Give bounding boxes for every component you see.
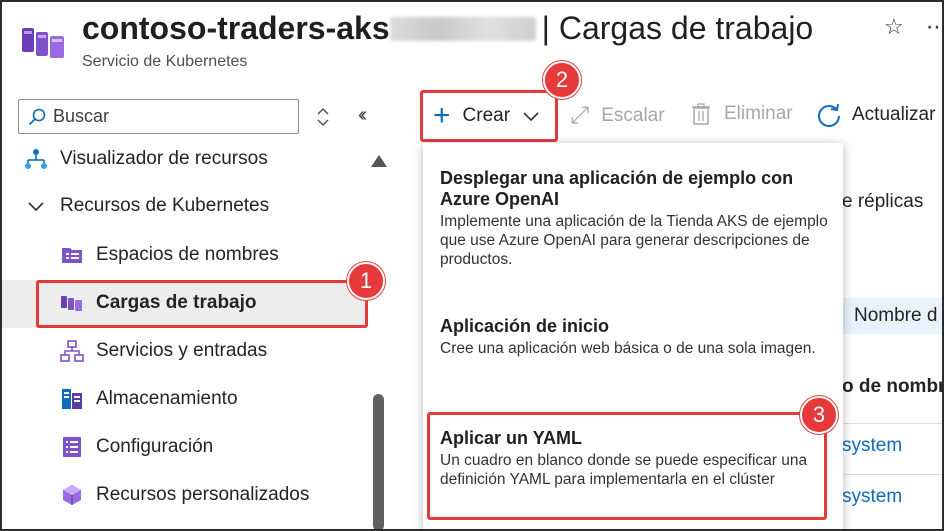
menu-item-description: Implemente una aplicación de la Tienda A… [440, 213, 828, 268]
kubernetes-workloads-logo-icon [22, 28, 64, 58]
resource-visualizer-icon [25, 149, 47, 169]
scroll-up-arrow-icon[interactable] [371, 155, 387, 167]
annotation-highlight-box [427, 412, 827, 520]
trash-icon [692, 103, 710, 125]
sidebar-search-box[interactable] [18, 99, 299, 134]
blade-name: Cargas de trabajo [558, 10, 814, 46]
row-divider [842, 474, 944, 475]
expand-collapse-all-icon[interactable] [314, 106, 332, 128]
sidebar-item-label: Almacenamiento [96, 388, 238, 409]
page-header: contoso-traders-aks | Cargas de trabajo S… [0, 0, 944, 88]
sidebar-group-kubernetes-resources[interactable]: Recursos de Kubernetes [24, 194, 269, 218]
refresh-button[interactable]: Actualizar [816, 102, 935, 128]
collapse-sidebar-icon[interactable]: ‹‹ [358, 104, 368, 127]
favorite-star-icon[interactable]: ☆ [884, 14, 904, 40]
resource-name: contoso-traders-aks [82, 10, 390, 46]
resource-type: Servicio de Kubernetes [82, 53, 248, 70]
sidebar-scrollbar-thumb[interactable] [373, 394, 384, 531]
chevron-down-icon [523, 112, 539, 122]
sidebar-item-label: Recursos personalizados [96, 484, 310, 505]
step-callout-2: 2 [543, 61, 581, 99]
sidebar-item-label: Configuración [96, 436, 214, 457]
create-button-label: Crear [462, 105, 511, 126]
page-title: contoso-traders-aks | Cargas de trabajo [82, 6, 813, 50]
sidebar-item-configuration[interactable]: Configuración [60, 435, 213, 459]
menu-item-description: Cree una aplicación web básica o de una … [440, 340, 816, 357]
resize-arrow-icon: ⤢ [570, 102, 590, 129]
step-callout-3: 3 [800, 396, 838, 434]
sidebar-item-services[interactable]: Servicios y entradas [60, 339, 267, 363]
delete-button[interactable]: Eliminar [690, 102, 793, 126]
search-icon [28, 108, 46, 125]
row-divider [842, 423, 944, 424]
sidebar-item-label: Recursos de Kubernetes [60, 195, 270, 216]
custom-resources-icon [63, 485, 81, 505]
annotation-highlight-box [36, 280, 368, 328]
name-column-label: Nombre d [854, 305, 938, 326]
namespaces-icon [62, 248, 82, 263]
refresh-button-label: Actualizar [852, 104, 936, 125]
sidebar-item-label: Visualizador de recursos [60, 148, 268, 169]
sidebar-item-label: Servicios y entradas [96, 340, 268, 361]
replicas-text: e réplicas [842, 191, 924, 212]
step-callout-1: 1 [347, 262, 385, 300]
plus-icon: + [433, 99, 451, 132]
table-row-namespace-link[interactable]: system [842, 435, 902, 457]
storage-icon [62, 389, 82, 409]
delete-button-label: Eliminar [724, 103, 793, 124]
menu-item-title: Desplegar una aplicación de ejemplo con … [440, 168, 794, 209]
title-separator: | [541, 10, 550, 46]
menu-item-title: Aplicación de inicio [440, 316, 610, 336]
configuration-icon [63, 437, 81, 457]
sidebar-item-custom-resources[interactable]: Recursos personalizados [60, 483, 309, 507]
scale-button[interactable]: ⤢ Escalar [570, 102, 665, 130]
scale-button-label: Escalar [601, 105, 665, 126]
more-options-icon[interactable]: ⋯ [926, 14, 944, 40]
sidebar-item-resource-visualizer[interactable]: Visualizador de recursos [24, 147, 268, 171]
namespace-column-header: o de nombr [842, 376, 944, 397]
table-row-namespace-link[interactable]: system [842, 486, 902, 508]
sidebar-item-label: Espacios de nombres [96, 244, 279, 265]
refresh-icon [818, 103, 840, 127]
search-input[interactable] [53, 106, 293, 127]
redacted-text [389, 17, 536, 41]
create-button[interactable]: + Crear [420, 90, 558, 142]
sidebar-item-storage[interactable]: Almacenamiento [60, 387, 238, 411]
chevron-down-icon [28, 202, 44, 212]
menu-item-deploy-openai-sample[interactable]: Desplegar una aplicación de ejemplo con … [440, 168, 832, 269]
menu-item-starter-application[interactable]: Aplicación de inicio Cree una aplicación… [440, 316, 832, 358]
services-icon [60, 340, 84, 362]
sidebar-item-namespaces[interactable]: Espacios de nombres [60, 243, 279, 267]
